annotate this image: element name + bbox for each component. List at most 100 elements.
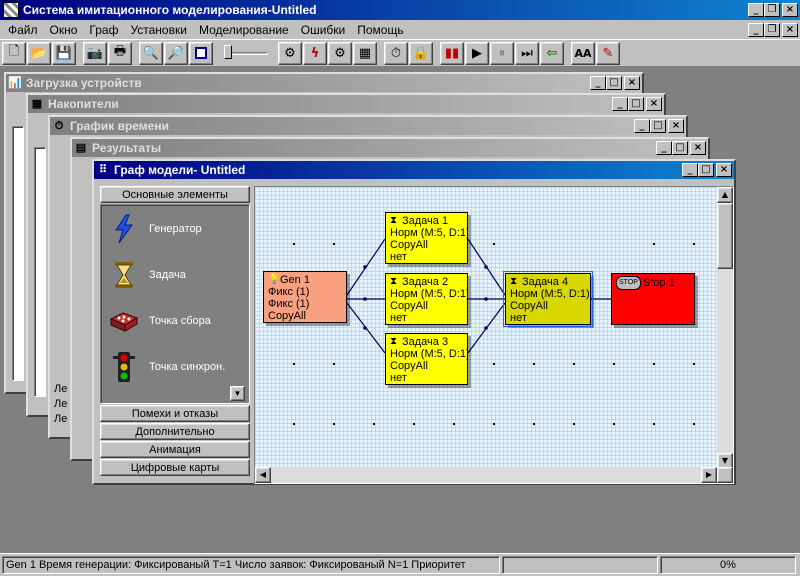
- lightning-tool-icon[interactable]: ϟ: [303, 41, 327, 65]
- app-titlebar[interactable]: Система имитационного моделирования-Unti…: [0, 0, 800, 20]
- window-model-graph-close[interactable]: ×: [716, 163, 732, 177]
- grid-dot: [573, 423, 575, 425]
- menu-settings[interactable]: Установки: [124, 23, 192, 37]
- window-time-chart-titlebar[interactable]: ⏱ График времени _ □ ×: [50, 117, 686, 135]
- window-model-graph-title: Граф модели- Untitled: [114, 163, 246, 177]
- menu-modeling[interactable]: Моделирование: [193, 23, 295, 37]
- step-icon[interactable]: ⏭: [515, 41, 539, 65]
- grid-dot: [293, 363, 295, 365]
- legend-labels: Ле Ле Ле: [54, 382, 67, 427]
- scroll-left-button[interactable]: ◀: [255, 467, 271, 483]
- stop-sign-icon: STOP: [616, 276, 641, 290]
- palette-scroll-down-button[interactable]: ▼: [230, 386, 245, 401]
- fit-icon[interactable]: [189, 41, 213, 65]
- menu-window[interactable]: Окно: [44, 23, 84, 37]
- generator-tool-icon[interactable]: ⚙: [278, 41, 302, 65]
- record-icon[interactable]: ▮▮: [440, 41, 464, 65]
- open-icon[interactable]: 📂: [27, 41, 51, 65]
- window-storage-panel: [34, 147, 46, 397]
- window-results-minimize[interactable]: _: [656, 141, 672, 155]
- model-graph-canvas[interactable]: 💡 Gen 1 Фикс (1) Фикс (1) CopyAll ⧗ Задача…: [254, 186, 734, 484]
- grid-dot: [533, 363, 535, 365]
- status-bar: Gen 1 Время генерации: Фиксированый Т=1 …: [0, 553, 800, 576]
- palette-item-collector[interactable]: Точка сбора: [109, 305, 211, 337]
- device-tool-icon[interactable]: ⚙: [328, 41, 352, 65]
- canvas-horizontal-scrollbar[interactable]: ◀ ▶: [255, 467, 717, 483]
- play-icon[interactable]: ▶: [465, 41, 489, 65]
- window-device-load-minimize[interactable]: _: [590, 76, 606, 90]
- palette-item-label: Точка сбора: [149, 315, 211, 327]
- window-model-graph-titlebar[interactable]: ⠿ Граф модели- Untitled _ □ ×: [94, 161, 734, 179]
- node-task4[interactable]: ⧗ Задача 4 Норм (M:5, D:1) CopyAll нет: [503, 271, 593, 327]
- window-model-graph-minimize[interactable]: _: [682, 163, 698, 177]
- minimize-button[interactable]: _: [748, 3, 764, 17]
- storage-tool-icon[interactable]: ▦: [353, 41, 377, 65]
- window-storage-titlebar[interactable]: ▦ Накопители _ □ ×: [28, 95, 664, 113]
- menu-graph[interactable]: Граф: [83, 23, 124, 37]
- maximize-button[interactable]: ❐: [764, 3, 780, 17]
- palette-button-digital-maps[interactable]: Цифровые карты: [100, 459, 250, 476]
- window-time-chart-maximize[interactable]: □: [650, 119, 666, 133]
- window-storage-maximize[interactable]: □: [628, 97, 644, 111]
- font-icon[interactable]: AA: [571, 41, 595, 65]
- node-title: Stop 1: [642, 277, 675, 289]
- window-model-graph-maximize[interactable]: □: [698, 163, 714, 177]
- scroll-right-button[interactable]: ▶: [701, 467, 717, 483]
- timer-icon[interactable]: ⏱: [384, 41, 408, 65]
- node-line: CopyAll: [390, 239, 428, 251]
- window-time-chart-minimize[interactable]: _: [634, 119, 650, 133]
- window-results-close[interactable]: ×: [690, 141, 706, 155]
- palette-item-generator[interactable]: Генератор: [109, 213, 202, 245]
- back-icon[interactable]: ⇦: [540, 41, 564, 65]
- grid-dot: [493, 423, 495, 425]
- palette-button-interference[interactable]: Помехи и отказы: [100, 405, 250, 422]
- window-device-load-close[interactable]: ×: [624, 76, 640, 90]
- node-task3[interactable]: ⧗ Задача 3 Норм (M:5, D:1) CopyAll нет: [385, 333, 468, 385]
- zoom-in-icon[interactable]: 🔍: [139, 41, 163, 65]
- mdi-close-button[interactable]: ×: [782, 22, 798, 37]
- hourglass-icon: [109, 259, 139, 291]
- window-device-load-titlebar[interactable]: 📊 Загрузка устройств _ □ ×: [6, 74, 642, 92]
- window-model-graph-body: Основные элементы Генератор Задача Точка…: [96, 181, 734, 484]
- palette-item-sync[interactable]: Точка синхрон.: [109, 351, 225, 383]
- print-icon[interactable]: 🖶: [108, 41, 132, 65]
- save-icon[interactable]: 💾: [52, 41, 76, 65]
- window-storage-minimize[interactable]: _: [612, 97, 628, 111]
- zoom-slider-thumb[interactable]: [224, 45, 232, 59]
- menu-file[interactable]: Файл: [2, 23, 44, 37]
- node-gen1[interactable]: 💡 Gen 1 Фикс (1) Фикс (1) CopyAll: [263, 271, 347, 323]
- pen-icon[interactable]: ✎: [596, 41, 620, 65]
- palette-item-label: Точка синхрон.: [149, 361, 226, 373]
- camera-icon[interactable]: 📷: [83, 41, 107, 65]
- legend-label: Ле: [54, 383, 68, 395]
- lock-icon[interactable]: 🔒: [409, 41, 433, 65]
- node-task1[interactable]: ⧗ Задача 1 Норм (M:5, D:1) CopyAll нет: [385, 212, 468, 264]
- grid-dot: [653, 243, 655, 245]
- close-button[interactable]: ×: [782, 3, 798, 17]
- canvas-vertical-scrollbar[interactable]: ▲ ▼: [717, 187, 733, 469]
- zoom-out-icon[interactable]: 🔎: [164, 41, 188, 65]
- palette-header-button[interactable]: Основные элементы: [100, 186, 250, 203]
- menu-errors[interactable]: Ошибки: [295, 23, 352, 37]
- window-results-maximize[interactable]: □: [672, 141, 688, 155]
- window-device-load-maximize[interactable]: □: [606, 76, 622, 90]
- node-line: Фикс (1): [268, 286, 310, 298]
- scroll-up-button[interactable]: ▲: [717, 187, 733, 203]
- mdi-minimize-button[interactable]: _: [748, 22, 764, 37]
- zoom-slider[interactable]: [220, 43, 272, 63]
- window-model-graph[interactable]: ⠿ Граф модели- Untitled _ □ × Основные э…: [92, 159, 736, 485]
- palette-item-task[interactable]: Задача: [109, 259, 186, 291]
- window-results-titlebar[interactable]: ▤ Результаты _ □ ×: [72, 139, 708, 157]
- node-task2[interactable]: ⧗ Задача 2 Норм (M:5, D:1) CopyAll нет: [385, 273, 468, 325]
- pause-icon[interactable]: ⏸: [490, 41, 514, 65]
- node-title: Задача 3: [402, 336, 449, 348]
- node-stop1[interactable]: STOP Stop 1: [611, 273, 695, 325]
- vertical-scroll-thumb[interactable]: [717, 203, 733, 269]
- menu-help[interactable]: Помощь: [351, 23, 409, 37]
- window-storage-close[interactable]: ×: [646, 97, 662, 111]
- new-icon[interactable]: 🗋: [2, 41, 26, 65]
- window-time-chart-close[interactable]: ×: [668, 119, 684, 133]
- palette-button-additional[interactable]: Дополнительно: [100, 423, 250, 440]
- palette-button-animation[interactable]: Анимация: [100, 441, 250, 458]
- mdi-restore-button[interactable]: ❐: [764, 22, 780, 37]
